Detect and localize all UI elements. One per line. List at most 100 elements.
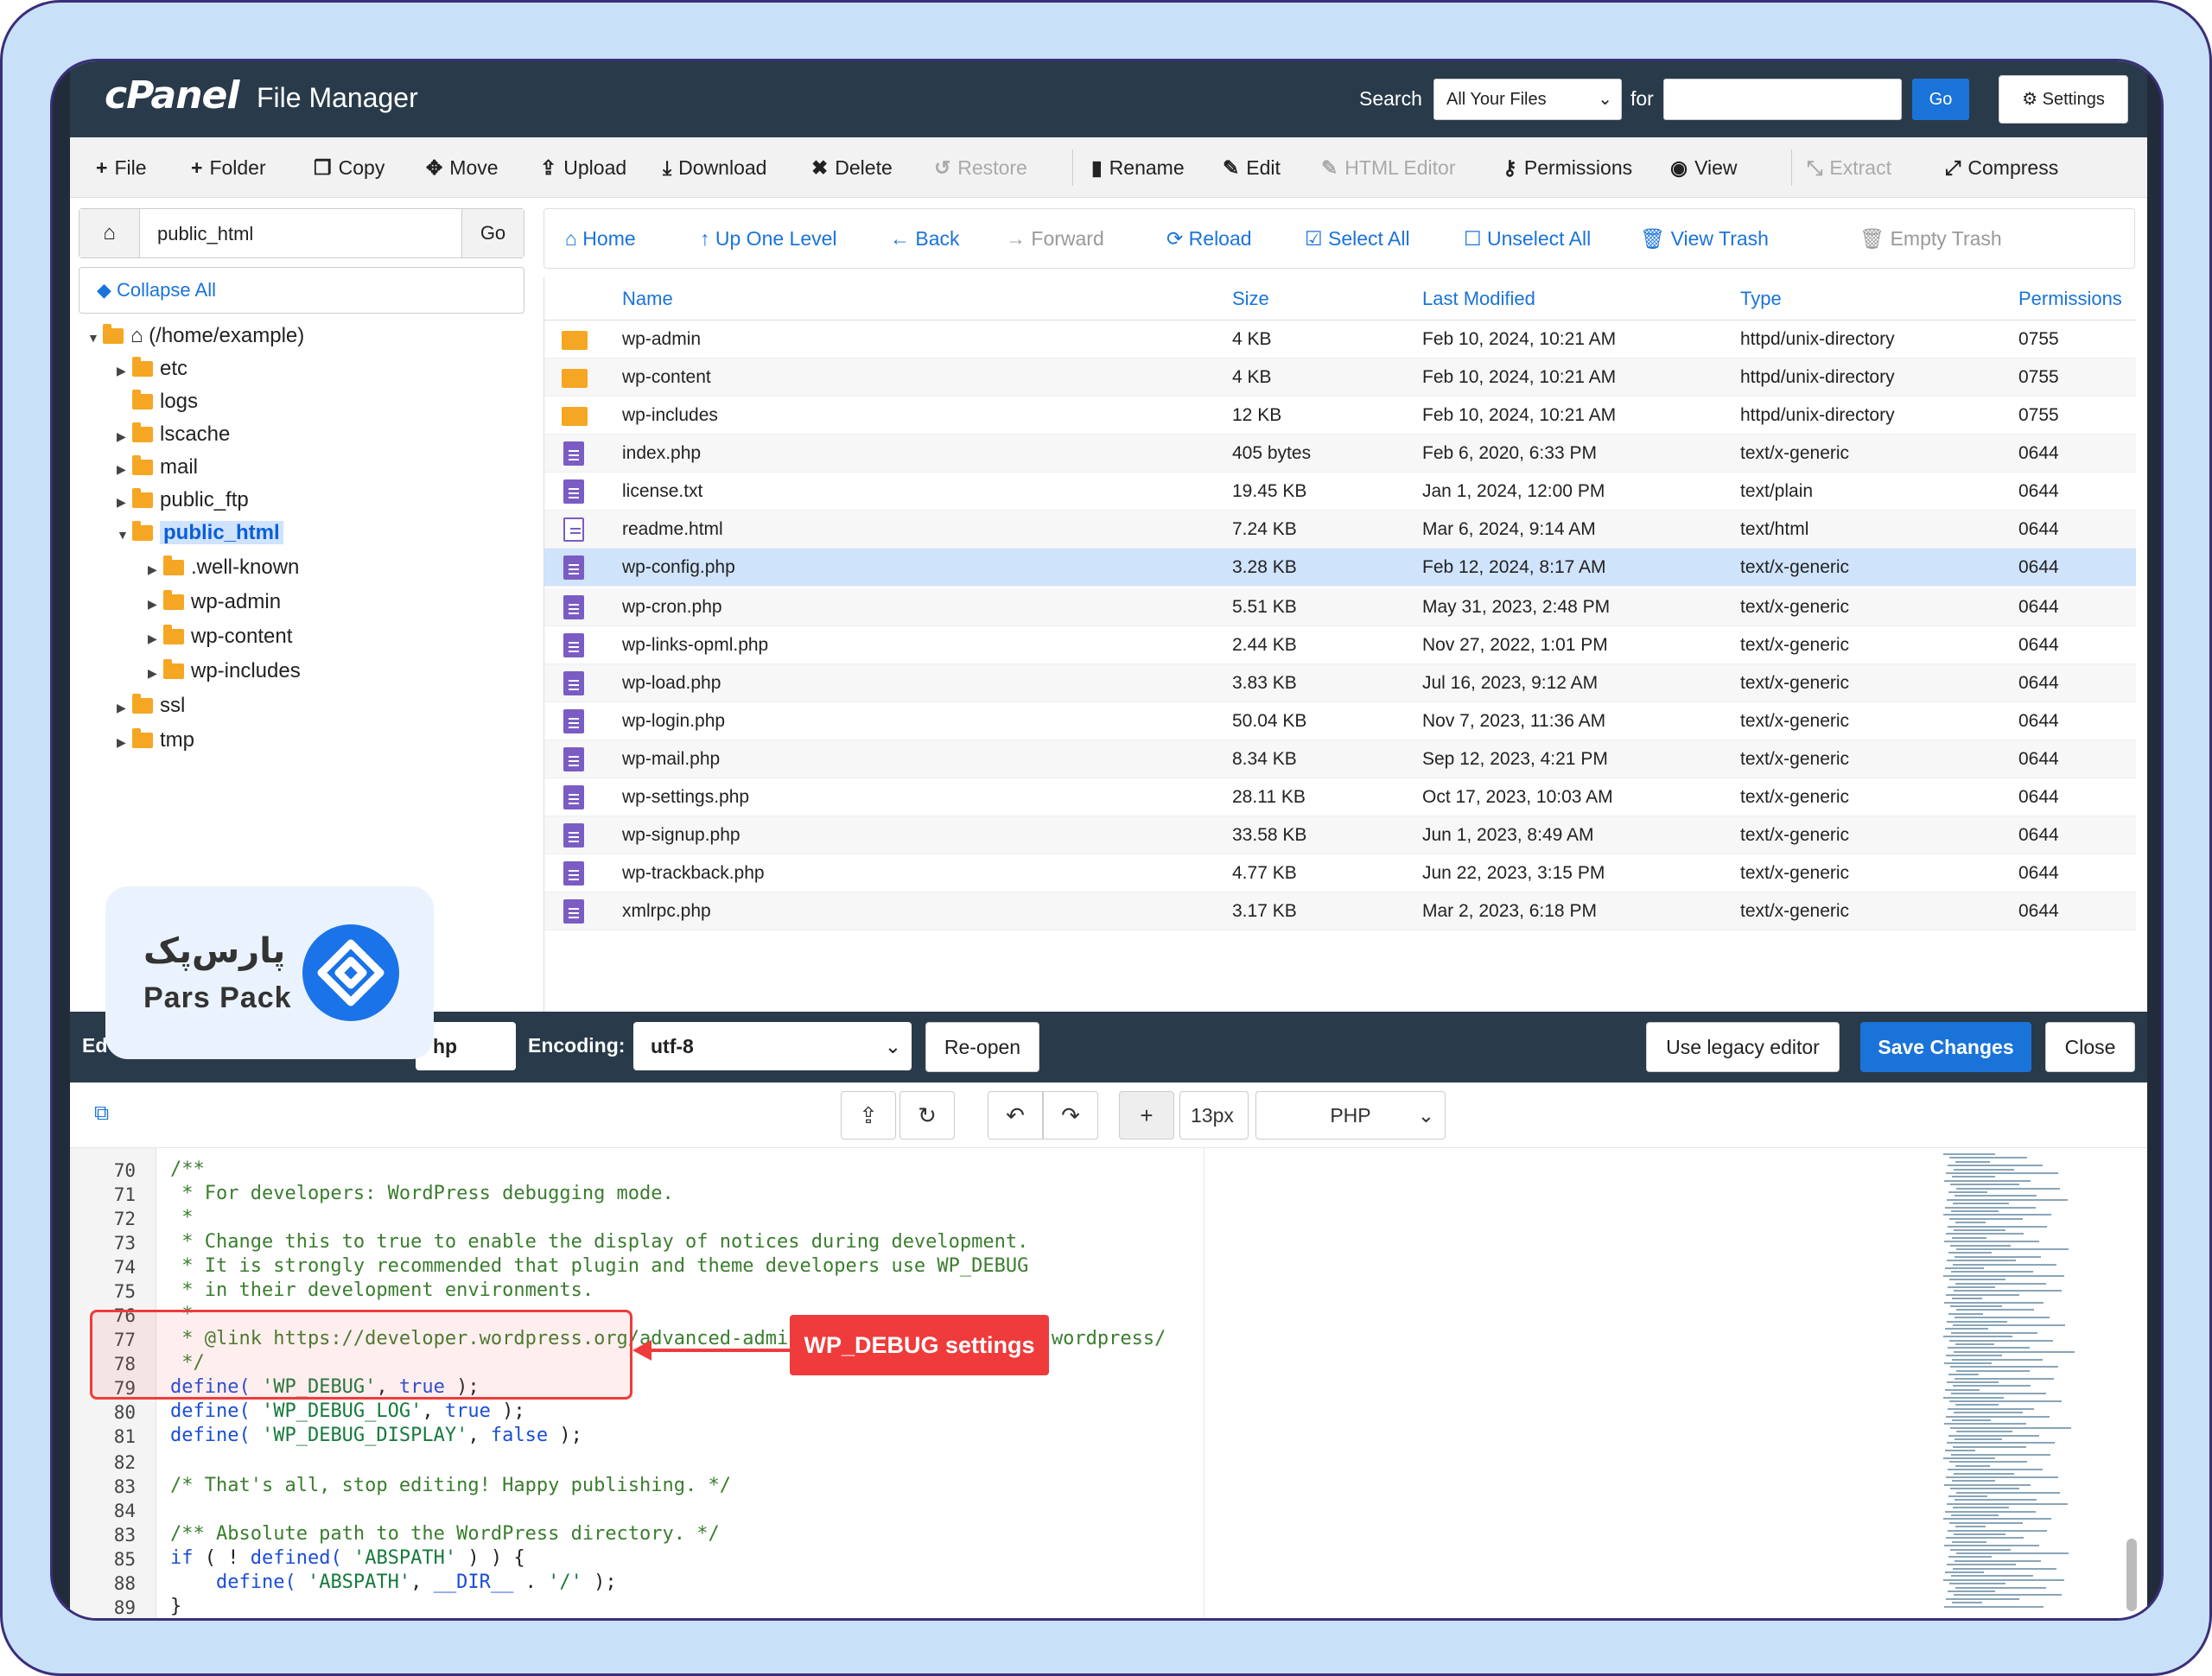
table-row[interactable]: wp-cron.php 5.51 KB May 31, 2023, 2:48 PM t… — [544, 588, 2136, 626]
home-icon[interactable]: ⌂ — [79, 209, 140, 257]
reload-button[interactable]: ⟳ Reload — [1166, 209, 1252, 268]
new-folder-button[interactable]: + Folder — [191, 137, 266, 198]
column-header-name[interactable]: Name — [622, 277, 673, 321]
compress-button[interactable]: ⤢ Compress — [1945, 137, 2058, 198]
permissions-button[interactable]: ⚷ Permissions — [1503, 137, 1632, 198]
tree-item-logs[interactable]: logs — [132, 386, 198, 417]
editor-scrollbar[interactable] — [2126, 1539, 2137, 1611]
minimap-line — [1955, 1222, 1986, 1224]
tree-item-ssl[interactable]: ▶ ssl — [117, 690, 185, 721]
close-editor-button[interactable]: Close — [2045, 1022, 2135, 1072]
table-row[interactable]: wp-links-opml.php 2.44 KB Nov 27, 2022, 1:… — [544, 626, 2136, 664]
tree-item-etc[interactable]: ▶ etc — [117, 353, 188, 384]
table-row[interactable]: wp-login.php 50.04 KB Nov 7, 2023, 11:36 A… — [544, 702, 2136, 740]
line-number: 83 — [113, 1476, 136, 1497]
minimap-line — [1945, 1267, 1984, 1269]
collapse-all-button[interactable]: ◆ Collapse All — [79, 267, 524, 314]
tree-item-wp-admin[interactable]: ▶ wp-admin — [148, 587, 281, 618]
search-go-button[interactable]: Go — [1912, 79, 1969, 120]
column-header-type[interactable]: Type — [1740, 277, 1782, 321]
restore-button[interactable]: ↺ Restore — [934, 137, 1027, 198]
table-row[interactable]: wp-signup.php 33.58 KB Jun 1, 2023, 8:49 A… — [544, 816, 2136, 854]
tree-item-public-ftp[interactable]: ▶ public_ftp — [117, 485, 249, 516]
keyword: define( — [170, 1571, 296, 1593]
extract-icon: ⤡ — [1807, 156, 1823, 179]
edit-button[interactable]: ✎ Edit — [1223, 137, 1281, 198]
redo-icon[interactable]: ↷ — [1043, 1091, 1098, 1140]
print-margin — [1204, 1148, 1205, 1618]
move-button[interactable]: ✥ Move — [426, 137, 499, 198]
minimap-line — [1945, 1450, 1975, 1452]
toolbar-divider — [1072, 149, 1073, 186]
minimap-line — [1955, 1282, 2046, 1285]
upload-icon[interactable]: ⇪ — [841, 1091, 896, 1140]
tree-item-lscache[interactable]: ▶ lscache — [117, 419, 230, 450]
undo-icon[interactable]: ↶ — [988, 1091, 1043, 1140]
table-row[interactable]: wp-content 4 KB Feb 10, 2024, 10:21 AM http… — [544, 359, 2136, 397]
tree-item-wp-content[interactable]: ▶ wp-content — [148, 621, 292, 652]
minimap-line — [1949, 1157, 2027, 1159]
tree-item-mail[interactable]: ▶ mail — [117, 452, 198, 483]
tree-item-public-html[interactable]: ▼ public_html — [117, 517, 283, 549]
settings-button[interactable]: ⚙ Settings — [1999, 75, 2128, 124]
language-mode-select[interactable]: PHP ⌄ — [1255, 1091, 1446, 1140]
column-header-modified[interactable]: Last Modified — [1422, 277, 1535, 321]
keyword: define( — [170, 1400, 251, 1422]
table-row[interactable]: wp-includes 12 KB Feb 10, 2024, 10:21 AM ht… — [544, 397, 2136, 435]
table-row[interactable]: index.php 405 bytes Feb 6, 2020, 6:33 PM te… — [544, 435, 2136, 473]
table-row[interactable]: readme.html 7.24 KB Mar 6, 2024, 9:14 AM te… — [544, 511, 2136, 549]
table-row[interactable]: wp-load.php 3.83 KB Jul 16, 2023, 9:12 AM t… — [544, 664, 2136, 702]
folder-icon — [562, 331, 588, 350]
table-row[interactable]: wp-config.php 3.28 KB Feb 12, 2024, 8:17 A… — [544, 549, 2136, 587]
copy-button[interactable]: ❐ Copy — [314, 137, 385, 198]
table-row[interactable]: wp-settings.php 28.11 KB Oct 17, 2023, 10:… — [544, 778, 2136, 816]
forward-button[interactable]: → Forward — [1006, 209, 1104, 268]
view-button[interactable]: ◉ View — [1670, 137, 1738, 198]
new-file-label: File — [114, 156, 147, 179]
download-button[interactable]: ⤓ Download — [663, 137, 766, 198]
save-changes-button[interactable]: Save Changes — [1860, 1022, 2031, 1072]
external-link-icon[interactable]: ⧉ — [94, 1101, 109, 1126]
parspack-logo-icon — [302, 924, 399, 1021]
table-row[interactable]: license.txt 19.45 KB Jan 1, 2024, 12:00 PM… — [544, 473, 2136, 511]
use-legacy-editor-button[interactable]: Use legacy editor — [1646, 1022, 1840, 1072]
path-go-button[interactable]: Go — [461, 209, 524, 257]
table-row[interactable]: wp-mail.php 8.34 KB Sep 12, 2023, 4:21 PM t… — [544, 740, 2136, 778]
column-header-permissions[interactable]: Permissions — [2018, 277, 2122, 321]
empty-trash-button[interactable]: 🗑 Empty Trash — [1859, 209, 2002, 268]
rename-button[interactable]: ▮ Rename — [1091, 137, 1185, 198]
view-trash-button[interactable]: 🗑 View Trash — [1640, 209, 1769, 268]
code-minimap[interactable] — [1943, 1153, 2082, 1611]
tree-item-wp-includes[interactable]: ▶ wp-includes — [148, 656, 301, 687]
new-file-button[interactable]: + File — [96, 137, 147, 198]
search-input[interactable] — [1663, 79, 1902, 120]
html-editor-button[interactable]: ✎ HTML Editor — [1321, 137, 1456, 198]
extract-button[interactable]: ⤡ Extract — [1807, 137, 1891, 198]
cell-modified: Sep 12, 2023, 4:21 PM — [1422, 749, 1608, 769]
unselect-all-button[interactable]: ☐ Unselect All — [1464, 209, 1591, 268]
table-row[interactable]: xmlrpc.php 3.17 KB Mar 2, 2023, 6:18 PM tex… — [544, 892, 2136, 930]
search-scope-select[interactable]: All Your Files ⌄ — [1433, 79, 1622, 120]
line-number: 72 — [113, 1209, 136, 1229]
tree-item-tmp[interactable]: ▶ tmp — [117, 725, 194, 756]
delete-button[interactable]: ✖ Delete — [811, 137, 893, 198]
table-row[interactable]: wp-trackback.php 4.77 KB Jun 22, 2023, 3:1… — [544, 854, 2136, 892]
zoom-in-icon[interactable]: + — [1119, 1091, 1174, 1140]
replace-icon[interactable]: ↻ — [899, 1091, 955, 1140]
reopen-button[interactable]: Re-open — [925, 1022, 1039, 1072]
cpanel-logo[interactable]: cPanel — [105, 73, 239, 117]
up-one-level-button[interactable]: ↑ Up One Level — [700, 209, 837, 268]
upload-button[interactable]: ⇪ Upload — [540, 137, 626, 198]
table-row[interactable]: wp-admin 4 KB Feb 10, 2024, 10:21 AM httpd/… — [544, 321, 2136, 359]
encoding-select[interactable]: utf-8 ⌄ — [633, 1022, 912, 1070]
tree-item-root[interactable]: ▼ ⌂ (/home/example) — [87, 321, 304, 352]
select-all-button[interactable]: ☑ Select All — [1305, 209, 1410, 268]
home-nav-button[interactable]: ⌂ Home — [565, 209, 636, 268]
font-size-select[interactable]: 13px — [1179, 1091, 1249, 1140]
tree-item-well-known[interactable]: ▶ .well-known — [148, 552, 299, 583]
column-header-size[interactable]: Size — [1232, 277, 1269, 321]
edit-label: Edit — [1246, 156, 1281, 179]
path-input[interactable]: public_html — [157, 223, 253, 245]
toolbar-divider — [1791, 149, 1792, 186]
back-button[interactable]: ← Back — [890, 209, 960, 268]
